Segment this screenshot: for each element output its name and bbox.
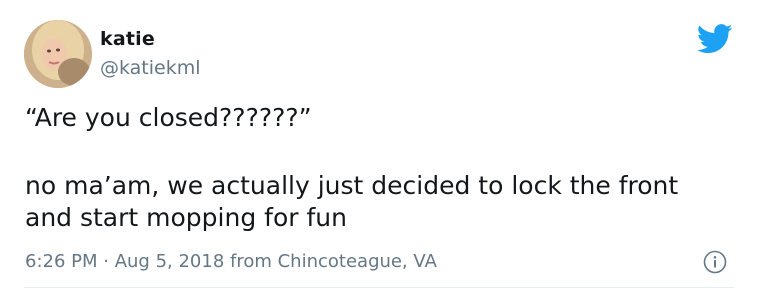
tweet-reply-line: no ma’am, we actually just decided to lo…: [25, 171, 679, 232]
display-name[interactable]: katie: [100, 28, 155, 50]
avatar-image: [24, 20, 92, 88]
tweet-metadata: 6:26 PM · Aug 5, 2018 from Chincoteague,…: [25, 251, 437, 272]
tweet-text: “Are you closed??????” no ma’am, we actu…: [25, 102, 725, 234]
tweet-location[interactable]: from Chincoteague, VA: [224, 251, 437, 272]
info-icon[interactable]: [703, 250, 727, 274]
bottom-divider: [24, 287, 734, 288]
tweet-date[interactable]: Aug 5, 2018: [115, 251, 225, 272]
tweet-time[interactable]: 6:26 PM: [25, 251, 98, 272]
twitter-bird-icon[interactable]: [697, 24, 733, 54]
tweet-quote-line: “Are you closed??????”: [25, 103, 312, 132]
meta-separator: ·: [97, 251, 115, 272]
user-handle[interactable]: @katiekml: [100, 57, 201, 79]
avatar[interactable]: [24, 20, 92, 88]
tweet-card: katie @katiekml “Are you closed??????” n…: [0, 0, 758, 293]
